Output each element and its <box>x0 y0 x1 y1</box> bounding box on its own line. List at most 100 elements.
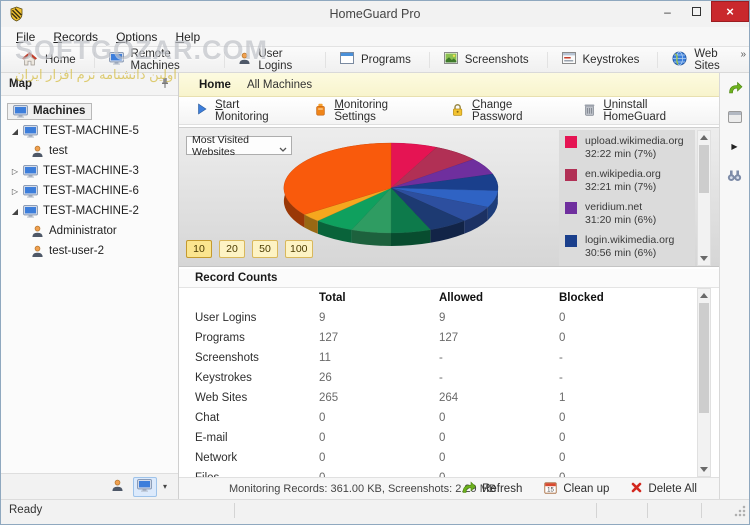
table-header-row: Total Allowed Blocked <box>179 288 695 308</box>
user-icon <box>31 225 44 238</box>
table-row: Web Sites 265 264 1 <box>179 388 695 408</box>
row-allowed: 0 <box>439 452 446 464</box>
status-bar: Ready <box>1 499 749 520</box>
legend-item: veridium.net 31:20 min (6%) <box>565 201 695 227</box>
clean-up-button[interactable]: 15 Clean up <box>536 479 617 499</box>
tree-item-machine[interactable]: ◢ TEST-MACHINE-2 <box>1 201 178 221</box>
keystrokes-icon <box>561 52 576 67</box>
row-blocked: 0 <box>559 452 566 464</box>
limit-50-button[interactable]: 50 <box>252 240 278 258</box>
change-password-button[interactable]: Change Password <box>443 96 572 126</box>
refresh-button[interactable]: Refresh <box>453 479 530 499</box>
tree-item-user[interactable]: Administrator <box>1 221 178 241</box>
limit-buttons: 10 20 50 100 <box>186 240 313 258</box>
legend-item: upload.wikimedia.org 32:22 min (7%) <box>565 135 695 161</box>
action-button-label: Change Password <box>472 98 523 123</box>
limit-100-button[interactable]: 100 <box>285 240 313 258</box>
legend-item: en.wikipedia.org 32:21 min (7%) <box>565 168 695 194</box>
expanded-arrow-icon[interactable]: ◢ <box>9 127 21 136</box>
status-text: Ready <box>9 504 43 516</box>
row-allowed: 264 <box>439 392 459 404</box>
refresh-icon[interactable] <box>725 79 745 97</box>
machine-icon <box>23 124 38 138</box>
view-dropdown-caret[interactable]: ▾ <box>160 482 170 491</box>
row-total: 0 <box>319 432 326 444</box>
resize-grip[interactable] <box>734 505 746 517</box>
records-bottom-bar: Monitoring Records: 361.00 KB, Screensho… <box>179 477 719 499</box>
collapsed-arrow-icon[interactable]: ▷ <box>9 167 21 176</box>
toolbar-button-label: Home <box>45 53 76 66</box>
uninstall-homeguard-button[interactable]: Uninstall HomeGuard <box>576 96 719 126</box>
row-blocked: 0 <box>559 412 566 424</box>
minimize-button[interactable]: – <box>653 1 682 22</box>
collapsed-arrow-icon[interactable]: ▷ <box>9 187 21 196</box>
row-total: 26 <box>319 372 332 384</box>
legend-time: 30:56 min (6%) <box>585 247 657 259</box>
monitoring-settings-button[interactable]: Monitoring Settings <box>307 96 439 126</box>
limit-10-button[interactable]: 10 <box>186 240 212 258</box>
legend-swatch <box>565 136 577 148</box>
bottom-button-label: Refresh <box>482 482 523 495</box>
row-total: 11 <box>319 352 331 364</box>
legend-label: upload.wikimedia.org 32:22 min (7%) <box>585 135 684 161</box>
menu-records[interactable]: Records <box>44 28 107 46</box>
legend-item: login.wikimedia.org 30:56 min (6%) <box>565 234 695 260</box>
menu-options[interactable]: Options <box>107 28 166 46</box>
legend-scrollbar[interactable] <box>697 130 711 266</box>
expanded-arrow-icon[interactable]: ◢ <box>9 207 21 216</box>
tree-item-machine[interactable]: ◢ TEST-MACHINE-5 <box>1 121 178 141</box>
tree-item-machine[interactable]: ▷ TEST-MACHINE-6 <box>1 181 178 201</box>
scroll-down-icon[interactable] <box>698 252 710 265</box>
machines-view-button[interactable] <box>132 476 157 497</box>
scroll-up-icon[interactable] <box>698 131 710 144</box>
tab-home[interactable]: Home <box>199 79 231 91</box>
settings-icon <box>315 103 326 119</box>
tree-root-machines[interactable]: Machines <box>1 101 178 121</box>
chart-type-dropdown[interactable]: Most Visited Websites <box>186 133 292 158</box>
toolbar-keystrokes-button[interactable]: Keystrokes <box>552 49 654 70</box>
tree-machine-label: TEST-MACHINE-5 <box>43 125 139 137</box>
row-total: 0 <box>319 412 326 424</box>
row-total: 0 <box>319 452 326 464</box>
delete-all-button[interactable]: Delete All <box>623 480 705 498</box>
scroll-down-icon[interactable] <box>698 463 710 476</box>
chart-dropdown-value: Most Visited Websites <box>192 133 249 158</box>
user-logins-icon <box>238 52 251 68</box>
tree-item-user[interactable]: test-user-2 <box>1 241 178 261</box>
table-scrollbar[interactable] <box>697 288 711 477</box>
maximize-button[interactable] <box>682 1 711 22</box>
limit-20-button[interactable]: 20 <box>219 240 245 258</box>
toolbar-overflow-chevron[interactable]: » <box>740 49 746 60</box>
binoculars-icon[interactable] <box>725 166 745 184</box>
tab-all-machines[interactable]: All Machines <box>247 79 312 91</box>
panel-icon[interactable] <box>725 108 745 126</box>
close-button[interactable]: × <box>711 1 749 22</box>
table-row: Network 0 0 0 <box>179 448 695 468</box>
toolbar-screenshots-button[interactable]: Screenshots <box>434 49 543 70</box>
toolbar-remote-machines-button[interactable]: Remote Machines <box>99 45 220 75</box>
legend-label: login.wikimedia.org 30:56 min (6%) <box>585 234 674 260</box>
action-toolbar: Start Monitoring Monitoring Settings Chang… <box>179 97 719 125</box>
scroll-up-icon[interactable] <box>698 289 710 302</box>
toolbar-programs-button[interactable]: Programs <box>330 49 425 70</box>
sidebar-bottom-toolbar: ▾ <box>1 473 178 499</box>
toolbar-web-sites-button[interactable]: Web Sites <box>662 45 749 75</box>
row-name: User Logins <box>195 312 257 324</box>
toolbar-home-button[interactable]: Home <box>11 48 90 72</box>
start-monitoring-button[interactable]: Start Monitoring <box>189 96 303 126</box>
legend-scroll-thumb[interactable] <box>699 145 709 193</box>
row-allowed: 9 <box>439 312 446 324</box>
record-counts-table: Total Allowed Blocked User Logins 9 9 0 Program… <box>179 288 695 477</box>
pin-icon[interactable] <box>160 77 170 92</box>
menu-help[interactable]: Help <box>166 28 209 46</box>
toolbar-button-label: Web Sites <box>694 47 720 72</box>
legend-swatch <box>565 235 577 247</box>
tree-root-selection: Machines <box>7 102 93 120</box>
toolbar-user-logins-button[interactable]: User Logins <box>228 45 321 75</box>
tree-item-user[interactable]: test <box>1 141 178 161</box>
tree-item-machine[interactable]: ▷ TEST-MACHINE-3 <box>1 161 178 181</box>
expand-arrow-icon[interactable]: ▶ <box>725 137 745 155</box>
menu-file[interactable]: File <box>7 28 44 46</box>
users-view-button[interactable] <box>106 477 130 497</box>
table-scroll-thumb[interactable] <box>699 303 709 413</box>
